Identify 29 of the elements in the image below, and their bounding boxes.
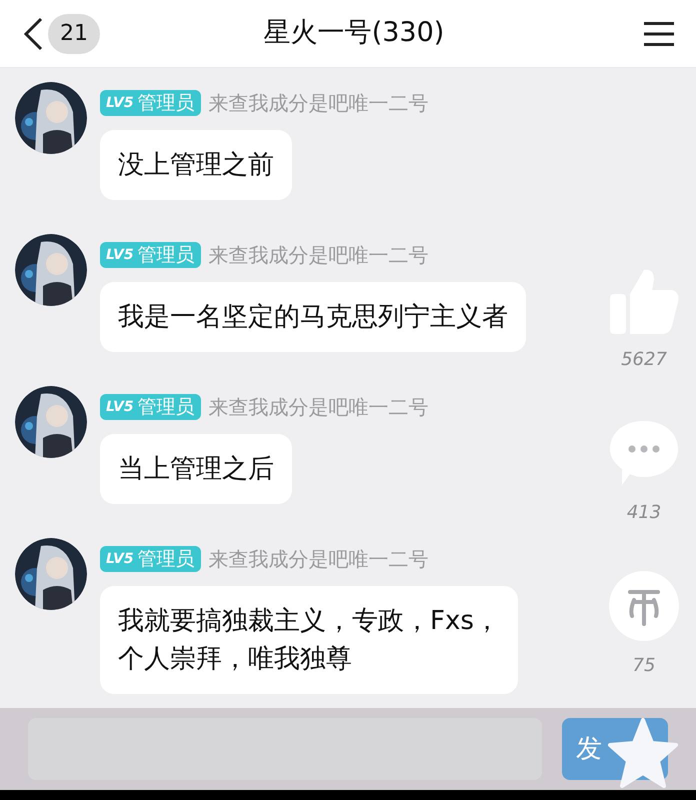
sender-name: 来查我成分是吧唯一二号 bbox=[208, 242, 429, 269]
chat-title: 星火一号(330) bbox=[262, 16, 446, 50]
avatar bbox=[15, 386, 87, 458]
role-label: 管理员 bbox=[138, 394, 195, 420]
role-label: 管理员 bbox=[138, 90, 195, 116]
role-label: 管理员 bbox=[138, 242, 195, 268]
menu-icon[interactable] bbox=[644, 20, 674, 46]
message-bubble: 我就要搞独裁主义，专政，Fxs， 个人崇拜，唯我独尊 bbox=[100, 586, 518, 694]
level-label: LV5 bbox=[106, 246, 134, 264]
avatar bbox=[15, 234, 87, 306]
back-icon[interactable] bbox=[22, 16, 44, 50]
role-label: 管理员 bbox=[138, 546, 195, 572]
action-count: 413 bbox=[626, 501, 662, 525]
level-label: LV5 bbox=[106, 94, 134, 112]
sender-name: 来查我成分是吧唯一二号 bbox=[208, 546, 429, 573]
sender-name: 来查我成分是吧唯一二号 bbox=[208, 90, 429, 117]
sender-name: 来查我成分是吧唯一二号 bbox=[208, 394, 429, 421]
avatar bbox=[15, 538, 87, 610]
avatar bbox=[15, 82, 87, 154]
action-count: 75 bbox=[632, 654, 656, 678]
level-label: LV5 bbox=[106, 550, 134, 568]
message-bubble: 没上管理之前 bbox=[100, 130, 292, 200]
action-count: 5627 bbox=[621, 348, 667, 372]
coin-icon[interactable] bbox=[608, 570, 680, 642]
level-label: LV5 bbox=[106, 398, 134, 416]
message-bubble: 我是一名坚定的马克思列宁主义者 bbox=[100, 282, 526, 352]
star-icon[interactable] bbox=[608, 718, 678, 790]
message-bubble: 当上管理之后 bbox=[100, 434, 292, 504]
unread-count: 21 bbox=[48, 14, 100, 54]
